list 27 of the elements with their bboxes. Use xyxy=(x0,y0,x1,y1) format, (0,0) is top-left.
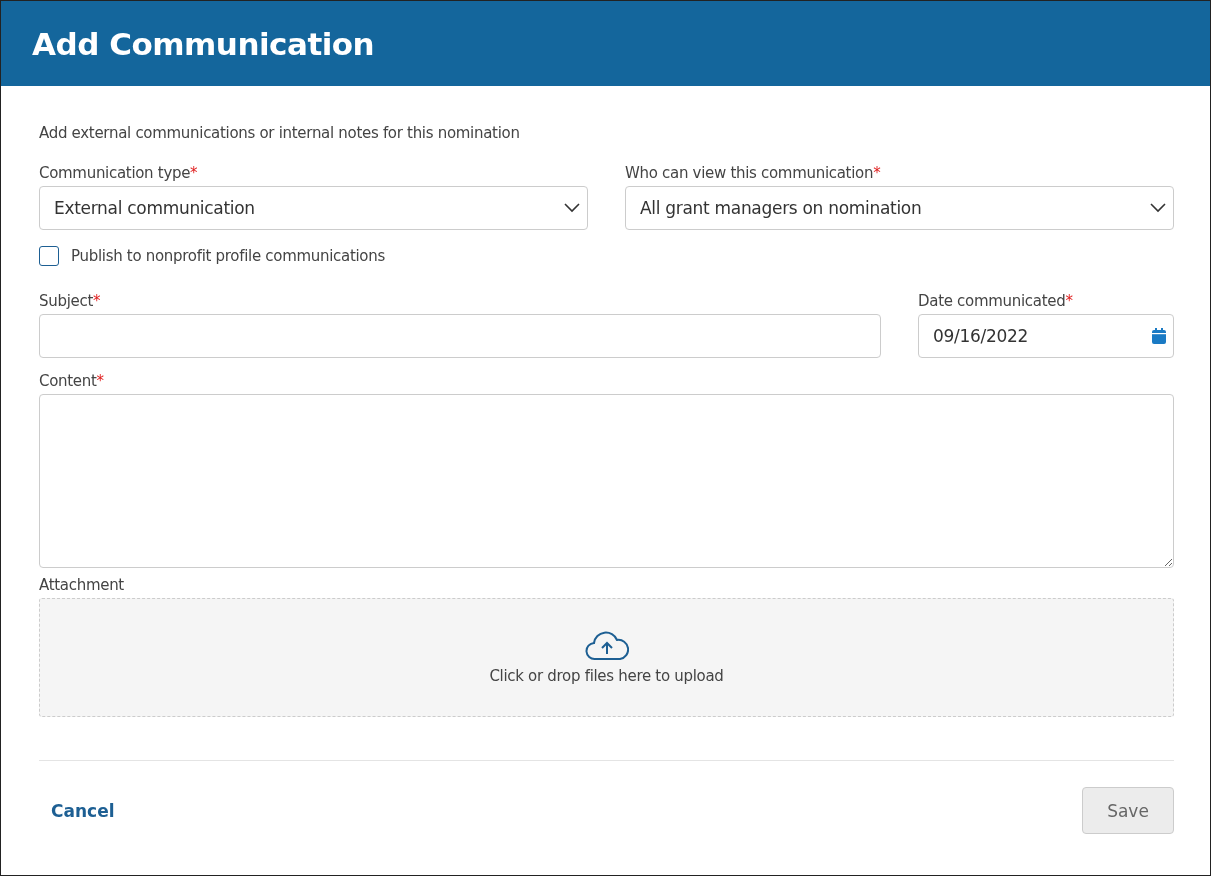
checkbox-label: Publish to nonprofit profile communications xyxy=(71,247,385,265)
required-mark: * xyxy=(1065,292,1073,310)
field-label: Attachment xyxy=(39,576,124,594)
chevron-down-icon xyxy=(1150,203,1166,213)
date-input[interactable]: 09/16/2022 xyxy=(918,314,1174,358)
content-textarea[interactable] xyxy=(39,394,1174,568)
communication-type-dropdown[interactable]: External communication xyxy=(39,186,588,230)
subject-input[interactable] xyxy=(39,314,881,358)
chevron-down-icon xyxy=(564,203,580,213)
intro-text: Add external communications or internal notes for this nomination xyxy=(39,124,521,142)
field-label: Communication type xyxy=(39,164,191,182)
dialog-title: Add Communication xyxy=(32,25,375,62)
calendar-icon xyxy=(1152,328,1166,344)
upload-prompt: Click or drop files here to upload xyxy=(489,666,724,685)
file-drop-zone[interactable]: Click or drop files here to upload xyxy=(39,598,1174,717)
checkbox[interactable] xyxy=(39,246,59,266)
required-mark: * xyxy=(190,164,198,182)
field-label: Who can view this communication xyxy=(625,164,874,182)
cancel-link[interactable]: Cancel xyxy=(51,800,115,821)
field-label: Date communicated xyxy=(918,292,1066,310)
required-mark: * xyxy=(873,164,881,182)
visibility-dropdown[interactable]: All grant managers on nomination xyxy=(625,186,1174,230)
field-label: Content xyxy=(39,372,97,390)
required-mark: * xyxy=(93,292,101,310)
field-label: Subject xyxy=(39,292,93,310)
cloud-upload-icon xyxy=(584,630,629,661)
required-mark: * xyxy=(96,372,104,390)
